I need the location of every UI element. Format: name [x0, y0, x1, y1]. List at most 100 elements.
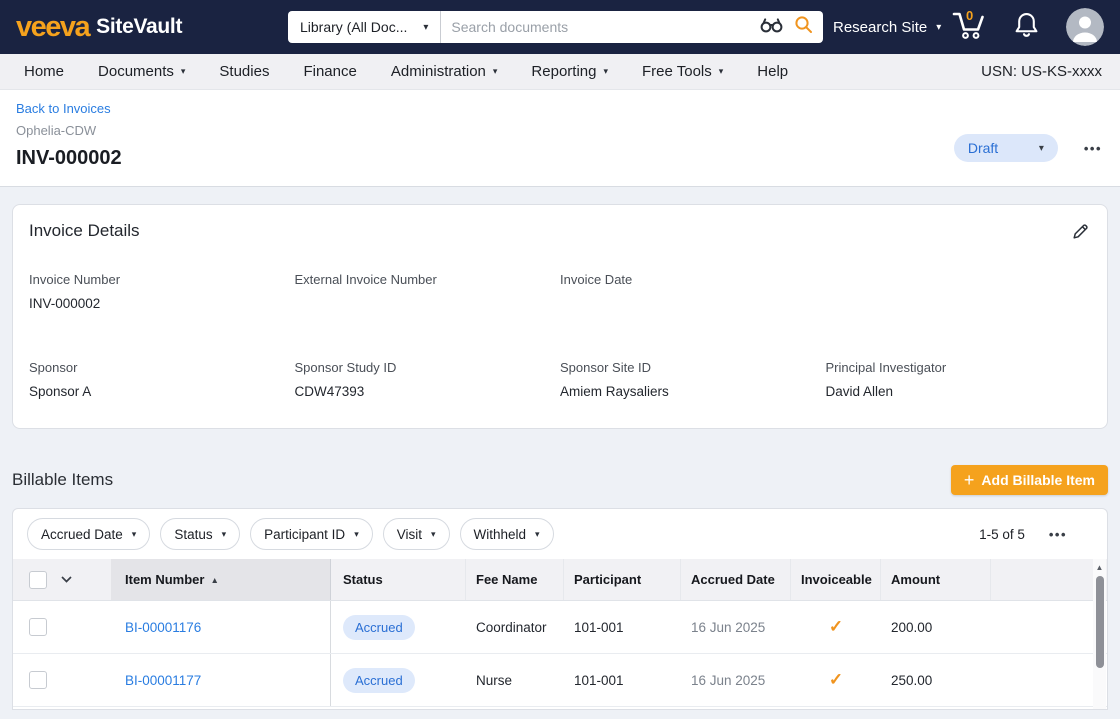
- pagination-label: 1-5 of 5: [979, 527, 1025, 542]
- sort-ascending-icon: ▲: [210, 575, 218, 585]
- chevron-down-icon: ▾: [719, 66, 724, 77]
- add-billable-item-button[interactable]: + Add Billable Item: [951, 465, 1108, 495]
- search-icon[interactable]: [794, 15, 813, 39]
- user-avatar[interactable]: [1066, 8, 1104, 46]
- column-header-fee-name[interactable]: Fee Name: [466, 559, 564, 600]
- usn-label: USN: US-KS-xxxx: [981, 63, 1102, 80]
- row-checkbox[interactable]: [29, 618, 47, 636]
- field-principal-investigator: Principal Investigator David Allen: [826, 360, 1092, 400]
- field-external-invoice-number: External Invoice Number: [295, 272, 561, 312]
- main-nav: Home Documents▾ Studies Finance Administ…: [0, 54, 1120, 90]
- chevron-down-icon: ▾: [222, 529, 227, 540]
- column-header-status[interactable]: Status: [331, 559, 466, 600]
- participant-cell: 101-001: [564, 620, 681, 635]
- search-input[interactable]: [441, 19, 749, 35]
- cart-button[interactable]: 0: [951, 9, 987, 45]
- nav-item-finance[interactable]: Finance: [303, 63, 356, 80]
- table-row: BI-00001176 Accrued Coordinator 101-001 …: [13, 601, 1107, 654]
- fee-name-cell: Nurse: [466, 673, 564, 688]
- filter-status[interactable]: Status ▾: [160, 518, 240, 550]
- chevron-down-icon: ▾: [1039, 143, 1044, 154]
- cart-count-badge: 0: [966, 8, 973, 23]
- column-header-invoiceable[interactable]: Invoiceable: [791, 559, 881, 600]
- pencil-icon: [1071, 223, 1089, 241]
- row-checkbox[interactable]: [29, 671, 47, 689]
- filter-accrued-date[interactable]: Accrued Date ▾: [27, 518, 150, 550]
- invoiceable-check-icon: ✓: [829, 670, 843, 690]
- chevron-down-icon: ▾: [603, 66, 608, 77]
- record-header: Back to Invoices Ophelia-CDW INV-000002 …: [0, 90, 1120, 187]
- top-header: veeva SiteVault Library (All Doc... ▾ Re…: [0, 0, 1120, 54]
- field-sponsor-site-id: Sponsor Site ID Amiem Raysaliers: [560, 360, 826, 400]
- search-bar: Library (All Doc... ▾: [288, 11, 823, 43]
- search-scope-value: Library (All Doc...: [300, 19, 407, 35]
- chevron-down-icon: ▾: [423, 22, 428, 33]
- invoice-details-card: Invoice Details Invoice Number INV-00000…: [12, 204, 1108, 429]
- chevron-down-icon: ▾: [535, 529, 540, 540]
- filter-withheld[interactable]: Withheld ▾: [460, 518, 554, 550]
- site-selector-label: Research Site: [833, 19, 927, 36]
- column-header-participant[interactable]: Participant: [564, 559, 681, 600]
- select-all-checkbox[interactable]: [29, 571, 47, 589]
- column-header-accrued-date[interactable]: Accrued Date: [681, 559, 791, 600]
- nav-item-help[interactable]: Help: [757, 63, 788, 80]
- veeva-brand-text: veeva: [16, 13, 89, 42]
- sitevault-product-text: SiteVault: [96, 15, 182, 39]
- scroll-up-icon[interactable]: ▲: [1093, 559, 1106, 572]
- nav-item-documents[interactable]: Documents▾: [98, 63, 185, 80]
- table-actions-menu[interactable]: •••: [1049, 527, 1067, 542]
- fee-name-cell: Coordinator: [466, 620, 564, 635]
- field-sponsor-study-id: Sponsor Study ID CDW47393: [295, 360, 561, 400]
- nav-item-free-tools[interactable]: Free Tools▾: [642, 63, 723, 80]
- field-invoice-date: Invoice Date: [560, 272, 826, 312]
- person-icon: [1066, 8, 1104, 46]
- status-value: Draft: [968, 140, 998, 156]
- nav-item-administration[interactable]: Administration▾: [391, 63, 498, 80]
- main-content: Invoice Details Invoice Number INV-00000…: [0, 187, 1120, 719]
- table-row: BI-00001177 Accrued Nurse 101-001 16 Jun…: [13, 654, 1107, 707]
- filter-participant-id[interactable]: Participant ID ▾: [250, 518, 373, 550]
- chevron-down-icon: ▾: [431, 529, 436, 540]
- edit-button[interactable]: [1069, 221, 1091, 248]
- study-name: Ophelia-CDW: [16, 123, 1104, 138]
- scrollbar-thumb[interactable]: [1096, 576, 1104, 668]
- binoculars-icon[interactable]: [759, 17, 784, 38]
- nav-item-reporting[interactable]: Reporting▾: [531, 63, 608, 80]
- invoice-details-title: Invoice Details: [29, 221, 140, 241]
- billable-items-title: Billable Items: [12, 470, 113, 490]
- sitevault-logo[interactable]: veeva SiteVault: [16, 13, 288, 42]
- nav-item-home[interactable]: Home: [24, 63, 64, 80]
- accrued-date-cell: 16 Jun 2025: [681, 620, 791, 635]
- search-scope-select[interactable]: Library (All Doc... ▾: [288, 19, 440, 35]
- status-badge: Accrued: [343, 668, 415, 693]
- chevron-down-icon: ▾: [132, 529, 137, 540]
- column-header-item-number[interactable]: Item Number ▲: [111, 559, 331, 600]
- billable-item-link[interactable]: BI-00001177: [125, 673, 201, 688]
- table-filter-row: Accrued Date ▾ Status ▾ Participant ID ▾…: [13, 509, 1107, 559]
- status-dropdown[interactable]: Draft ▾: [954, 134, 1058, 162]
- site-selector[interactable]: Research Site ▾: [833, 19, 941, 36]
- filter-visit[interactable]: Visit ▾: [383, 518, 450, 550]
- record-actions-menu[interactable]: •••: [1084, 141, 1102, 156]
- chevron-down-icon: ▾: [493, 66, 498, 77]
- nav-item-studies[interactable]: Studies: [219, 63, 269, 80]
- field-sponsor: Sponsor Sponsor A: [29, 360, 295, 400]
- select-menu-chevron-icon[interactable]: [60, 572, 73, 587]
- amount-cell: 200.00: [881, 620, 991, 635]
- column-header-amount[interactable]: Amount: [881, 559, 991, 600]
- chevron-down-icon: ▾: [936, 22, 941, 33]
- bell-icon: [1014, 11, 1039, 39]
- billable-items-table: Accrued Date ▾ Status ▾ Participant ID ▾…: [12, 508, 1108, 710]
- chevron-down-icon: ▾: [181, 66, 186, 77]
- participant-cell: 101-001: [564, 673, 681, 688]
- billable-item-link[interactable]: BI-00001176: [125, 620, 201, 635]
- status-badge: Accrued: [343, 615, 415, 640]
- chevron-down-icon: ▾: [354, 529, 359, 540]
- field-invoice-number: Invoice Number INV-000002: [29, 272, 295, 312]
- accrued-date-cell: 16 Jun 2025: [681, 673, 791, 688]
- notifications-button[interactable]: [1014, 11, 1039, 44]
- amount-cell: 250.00: [881, 673, 991, 688]
- back-to-invoices-link[interactable]: Back to Invoices: [16, 101, 111, 116]
- plus-icon: +: [964, 471, 975, 489]
- table-scrollbar[interactable]: ▲: [1093, 559, 1106, 709]
